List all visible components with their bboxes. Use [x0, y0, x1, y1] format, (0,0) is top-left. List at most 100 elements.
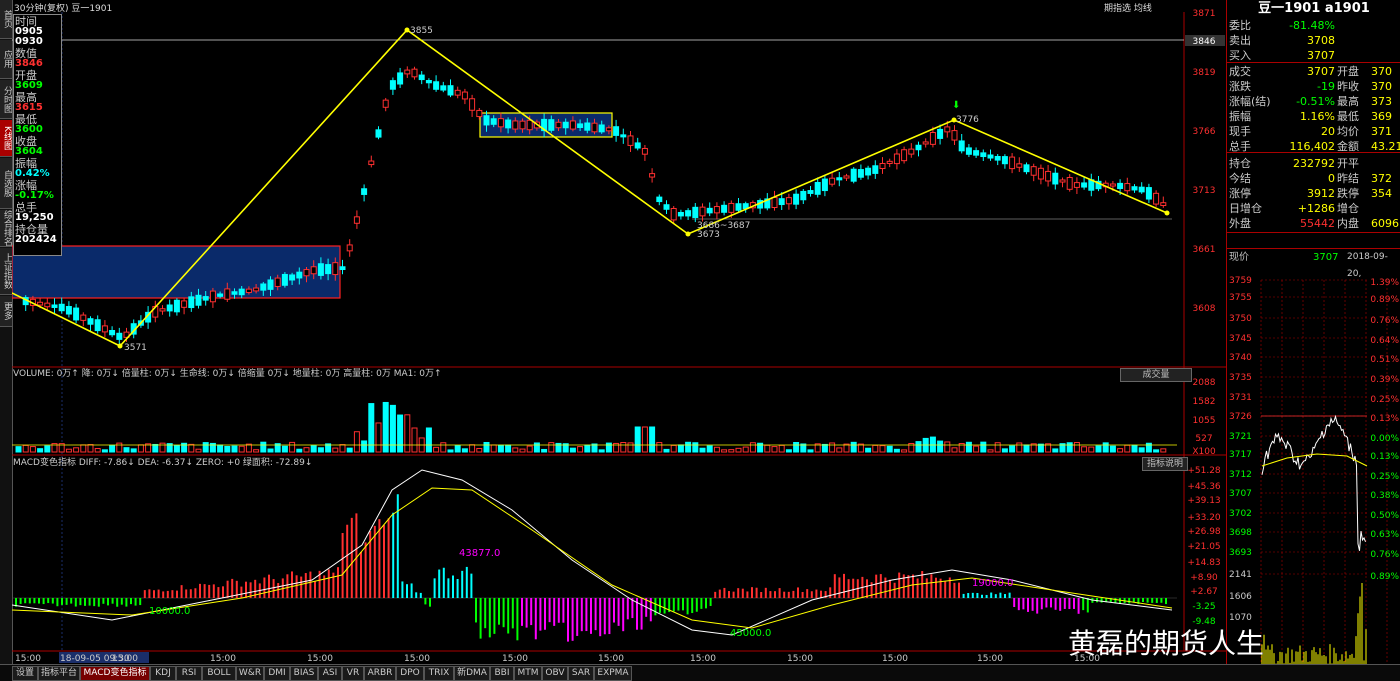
- quote-cell: 涨停: [1229, 187, 1251, 200]
- macd-tick: +51.28: [1187, 466, 1221, 476]
- quote-divider-0: [1227, 62, 1400, 63]
- candle-body: [1109, 183, 1116, 187]
- time-tick: 15:00: [15, 654, 41, 664]
- sidebar-tab-1[interactable]: 应用: [0, 40, 12, 79]
- indicator-tab-14[interactable]: 新DMA: [454, 666, 490, 681]
- indicator-tab-7[interactable]: DMI: [264, 666, 290, 681]
- sidebar-tab-2[interactable]: 分时图: [0, 80, 12, 119]
- volume-indicator-select[interactable]: 成交量: [1120, 368, 1192, 382]
- volume-bar: [65, 448, 72, 453]
- volume-bar: [699, 447, 706, 453]
- quote-cell: 开盘: [1337, 65, 1359, 78]
- indicator-help-button[interactable]: 指标说明: [1142, 457, 1188, 471]
- volume-bar: [886, 445, 893, 453]
- candle-body: [605, 127, 612, 132]
- candle-body: [821, 178, 828, 192]
- candle-body: [245, 288, 252, 294]
- candle-body: [425, 80, 432, 84]
- quote-cell: 3708: [1307, 34, 1335, 47]
- sidebar-tab-6[interactable]: 上证指数: [0, 248, 12, 295]
- volume-bar: [317, 447, 324, 453]
- sidebar-tab-3[interactable]: K线图: [0, 120, 12, 157]
- candle-body: [1145, 187, 1152, 200]
- volume-bar: [353, 431, 360, 453]
- mini-left-tick: 1606: [1229, 592, 1252, 602]
- volume-bar: [1145, 442, 1152, 453]
- kline-chart[interactable]: 3871 3846 3819 3766 3713 3661 3608 ⬇ 3855 3571 3…: [12, 0, 1226, 664]
- candle-body: [195, 294, 202, 306]
- volume-bar: [893, 448, 900, 453]
- macd-tick: +21.05: [1187, 542, 1220, 552]
- indicator-tab-10[interactable]: VR: [342, 666, 364, 681]
- volume-bar: [15, 446, 22, 453]
- mini-left-tick: 3712: [1229, 470, 1252, 480]
- volume-bar: [771, 446, 778, 453]
- indicator-tab-6[interactable]: W&R: [236, 666, 264, 681]
- indicator-tab-18[interactable]: SAR: [568, 666, 594, 681]
- indicator-tab-3[interactable]: KDJ: [150, 666, 176, 681]
- indicator-tab-1[interactable]: 指标平台: [38, 666, 80, 681]
- mini-left-tick: 3750: [1229, 314, 1252, 324]
- volume-tick: X100: [1192, 447, 1216, 457]
- candle-body: [843, 175, 850, 179]
- quote-cell: 3912: [1307, 187, 1335, 200]
- volume-bar: [217, 444, 224, 453]
- indicator-tab-15[interactable]: BBI: [490, 666, 514, 681]
- mini-right-tick: 0.76%: [1370, 316, 1399, 326]
- candle-body: [173, 299, 180, 313]
- quote-row-4: 涨跌 -19 昨收 370: [1227, 79, 1400, 94]
- indicator-tab-16[interactable]: MTM: [514, 666, 542, 681]
- volume-bar: [850, 441, 857, 453]
- indicator-tab-11[interactable]: ARBR: [364, 666, 396, 681]
- indicator-tab-19[interactable]: EXPMA: [594, 666, 632, 681]
- volume-bar: [253, 449, 260, 453]
- quote-cell: 均价: [1337, 125, 1359, 138]
- candle-body: [303, 269, 310, 277]
- quote-cell: 涨跌: [1229, 80, 1251, 93]
- quote-cell: 增仓: [1337, 202, 1359, 215]
- indicator-tab-0[interactable]: 设置: [12, 666, 38, 681]
- volume-bar: [289, 441, 296, 453]
- quote-cell: 3707: [1307, 49, 1335, 62]
- sidebar-tab-7[interactable]: 更多: [0, 296, 12, 327]
- quote-cell: 持仓: [1229, 157, 1251, 170]
- sidebar-tab-0[interactable]: 首页: [0, 0, 12, 39]
- quote-cell: 3707: [1307, 65, 1335, 78]
- indicator-tab-4[interactable]: RSI: [176, 666, 202, 681]
- candle-body: [44, 302, 51, 308]
- intraday-mini-chart[interactable]: 3759 3755 3750 3745 3740 3735 3731 3726 3721 3717…: [1227, 266, 1400, 664]
- volume-bar: [94, 448, 101, 453]
- candle-body: [231, 291, 238, 295]
- mini-left-tick: 3693: [1229, 548, 1252, 558]
- volume-bar: [541, 448, 548, 453]
- watermark: 黄磊的期货人生: [1068, 627, 1265, 660]
- price-tick: 3819: [1193, 68, 1216, 78]
- quote-cell: 6096: [1371, 217, 1399, 230]
- sidebar-tab-5[interactable]: 综合排名: [0, 210, 12, 247]
- candle-body: [224, 288, 231, 300]
- indicator-tab-bar: 设置 指标平台 MACD变色指标 KDJ RSI BOLL W&R DMI BIAS ASI VR A…: [0, 664, 1400, 681]
- mini-right-tick: 0.89%: [1370, 295, 1399, 305]
- candle-body: [706, 207, 713, 214]
- volume-bar: [929, 436, 936, 453]
- indicator-tab-12[interactable]: DPO: [396, 666, 424, 681]
- candle-body: [713, 206, 720, 214]
- current-price-row: 现价 3707 2018-09-20,: [1227, 248, 1400, 279]
- volume-bar: [137, 444, 144, 453]
- indicator-tab-8[interactable]: BIAS: [290, 666, 318, 681]
- price-annotation: 3673: [697, 230, 720, 240]
- indicator-tab-13[interactable]: TRIX: [424, 666, 454, 681]
- info-value-5: 3604: [15, 146, 43, 157]
- volume-bar: [101, 449, 108, 453]
- sidebar-tab-4[interactable]: 自选股: [0, 158, 12, 209]
- indicator-tab-9[interactable]: ASI: [318, 666, 342, 681]
- candle-body: [555, 121, 562, 129]
- indicator-tab-2[interactable]: MACD变色指标: [80, 666, 150, 681]
- time-tick: 15:00: [882, 654, 908, 664]
- candle-body: [310, 266, 317, 275]
- indicator-tab-5[interactable]: BOLL: [202, 666, 236, 681]
- indicator-tab-17[interactable]: OBV: [542, 666, 568, 681]
- candle-body: [1160, 202, 1167, 207]
- candle-body: [814, 182, 821, 195]
- candle-body: [951, 130, 958, 141]
